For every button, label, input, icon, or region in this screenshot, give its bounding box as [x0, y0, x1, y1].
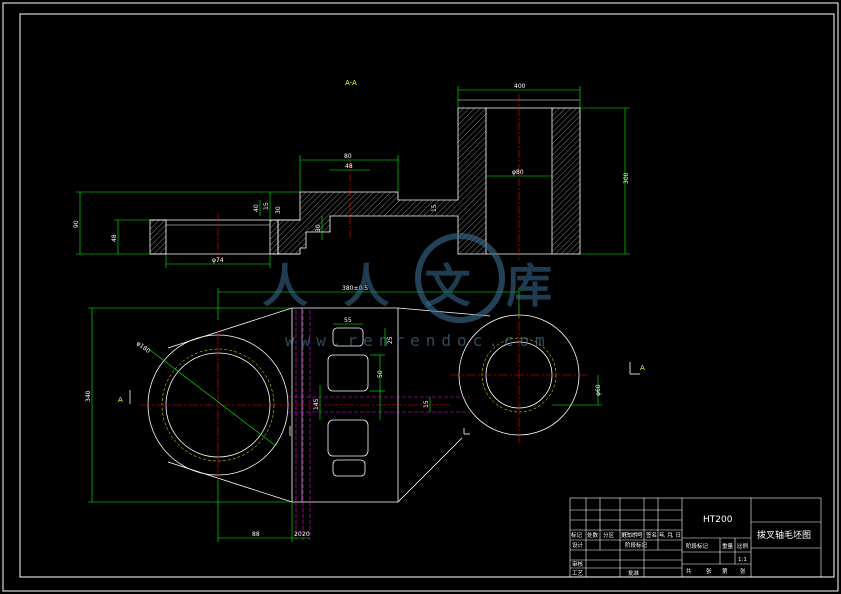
dim-bottom-3: 20: [302, 531, 310, 538]
dim-bottom-2: 20: [294, 531, 302, 538]
left-ring-wall-right: [269, 219, 279, 255]
tb-scale-value: 1:1: [738, 557, 747, 563]
dim-mid-width-inner: 48: [345, 163, 353, 170]
tb-sheet-unit: 张: [706, 567, 712, 575]
tb-process: 工艺: [572, 570, 584, 577]
watermark-text: 人人文库: [262, 259, 552, 313]
dim-top-height: 300: [623, 172, 630, 184]
dim-rib-h4: 30: [275, 206, 282, 214]
view-marker-left: A: [118, 396, 123, 404]
section-view: A-A 400 300 φ80 φ74 90 48 80 48 15 40 30…: [73, 79, 630, 268]
section-label: A-A: [345, 79, 357, 87]
watermark: 人人文库 www.renrendoc.com: [262, 233, 552, 350]
dim-rib-h3: 30: [315, 224, 322, 232]
slot-upper: [327, 354, 369, 392]
tb-weight: 重量: [722, 542, 734, 550]
tb-header-date: 年、月、日: [659, 531, 681, 539]
tb-header-change: 更改文件号: [621, 531, 643, 539]
dim-bottom-1: 88: [252, 531, 260, 538]
watermark-url: www.renrendoc.com: [285, 331, 551, 350]
cad-drawing: A-A 400 300 φ80 φ74 90 48 80 48 15 40 30…: [2, 2, 839, 592]
dim-left-bore: φ74: [212, 257, 224, 264]
dim-right-dia: φ60: [595, 384, 602, 396]
dim-mid-width: 80: [344, 153, 352, 160]
tb-sheet-of: 第: [722, 567, 728, 575]
dim-rib-h5: 15: [431, 204, 438, 212]
arm-section: [277, 107, 487, 255]
dim-total-height: 90: [73, 220, 80, 228]
dim-hub-bore: φ80: [512, 169, 524, 176]
tb-header-sign: 签名: [646, 531, 657, 539]
plan-view: 380±0.5 340 φ180 55 50 25 15 145 φ60 88 …: [85, 285, 645, 542]
tb-header-count: 处数: [587, 531, 599, 539]
dim-top-width: 400: [514, 83, 526, 90]
tb-stage: 阶段标记: [686, 542, 709, 550]
left-ring-wall-left: [149, 219, 167, 255]
tb-part-name: 拨叉轴毛坯图: [757, 529, 811, 541]
slot-small-bottom: [332, 459, 366, 477]
hub-wall-right: [551, 107, 581, 255]
dim-slot-h1: 50: [377, 370, 384, 378]
tb-scale: 比例: [737, 542, 749, 550]
dim-left-height: 48: [111, 234, 118, 242]
dim-slot-width: 55: [344, 317, 352, 324]
dim-slot-h3: 15: [423, 400, 430, 408]
tb-header-mark: 标记: [571, 531, 583, 539]
dim-small: 145: [313, 398, 320, 410]
tb-std: 阶段标记: [625, 541, 648, 549]
tb-sheet-unit2: 张: [740, 567, 746, 575]
tb-header-zone: 分区: [603, 531, 615, 539]
tb-sheet-total: 共: [686, 567, 692, 575]
tb-material: HT200: [703, 515, 733, 525]
tb-checker: 审核: [572, 560, 584, 568]
slot-lower: [327, 419, 369, 457]
dim-plan-dia-big: φ180: [135, 340, 152, 355]
tb-approve: 批准: [628, 569, 640, 577]
view-marker-right: A: [640, 364, 645, 372]
dim-plan-height: 340: [85, 390, 92, 402]
dim-rib-h2: 40: [253, 204, 260, 212]
tb-designer: 设计: [572, 541, 584, 549]
dim-rib-h1: 15: [263, 202, 270, 210]
